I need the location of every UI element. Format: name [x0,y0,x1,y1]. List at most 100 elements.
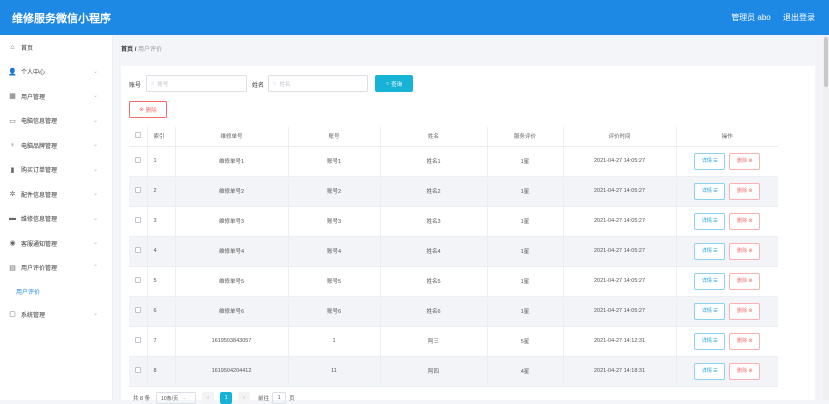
query-button[interactable]: ○ 查询 [375,75,413,92]
delete-button[interactable]: 删除 ⊗ [729,182,761,200]
search-icon: ○ [385,80,390,87]
sidebar-item-notices[interactable]: ◉ 客服通知管理 ⌄ [0,231,112,256]
detail-button[interactable]: 详情 ☰ [694,182,726,200]
sidebar-item-label: 系统管理 [21,312,46,319]
content-card: 账号 ○ 账号 姓名 ○ 姓名 ○ 查询 ⊗ 删除 索引 维修单号 账号 姓名 … [121,66,815,404]
cell-order-no: 维修单号3 [175,206,289,237]
detail-button[interactable]: 详情 ☰ [694,212,726,230]
row-checkbox[interactable] [134,217,141,223]
detail-button[interactable]: 详情 ☰ [694,242,726,260]
goto-page-input[interactable]: 1 [272,392,287,404]
prev-page-button[interactable]: ‹ [202,392,215,404]
row-checkbox[interactable] [134,307,141,313]
breadcrumb: 首页 / 用户评价 [121,44,162,53]
breadcrumb-home[interactable]: 首页 [121,47,133,53]
delete-icon: ⊗ [139,106,144,113]
logout-link[interactable]: 退出登录 [783,13,815,22]
cell-rating: 1星 [487,266,564,297]
delete-button[interactable]: 删除 ⊗ [729,242,761,260]
admin-user[interactable]: 管理员 abo [731,13,771,22]
sidebar-subitem-user-reviews[interactable]: 用户评价 [0,280,112,302]
row-select-cell[interactable] [129,206,148,237]
detail-button[interactable]: 详情 ☰ [694,362,726,380]
cell-index: 5 [147,266,176,297]
row-select-cell[interactable] [129,266,148,297]
next-page-button[interactable]: › [238,392,251,404]
row-select-cell[interactable] [129,236,148,267]
cell-actions: 详情 ☰ 删除 ⊗ [676,356,778,387]
sidebar-item-parts[interactable]: ✲ 配件信息管理 ⌄ [0,182,112,207]
row-checkbox[interactable] [134,247,141,253]
delete-button[interactable]: 删除 ⊗ [729,212,761,230]
sidebar-item-label: 用户管理 [21,94,46,101]
sidebar-item-profile[interactable]: 👤 个人中心 ⌄ [0,60,112,85]
sidebar-item-label: 维修信息管理 [21,217,58,224]
select-all-checkbox[interactable] [134,132,141,139]
cell-actions: 详情 ☰ 删除 ⊗ [676,326,778,357]
cell-name: 姓名1 [380,146,488,177]
select-all-header[interactable] [129,127,148,147]
delete-button[interactable]: 删除 ⊗ [729,362,761,380]
cell-review-time: 2021-04-27 14:12:31 [563,326,677,357]
account-search-input[interactable]: ○ 账号 [146,75,247,92]
table-header-row: 索引 维修单号 账号 姓名 服务评价 评价时间 操作 [129,127,778,147]
cell-index: 4 [147,236,176,267]
cell-name: 姓名5 [380,266,488,297]
delete-button[interactable]: 删除 ⊗ [729,302,761,320]
sidebar-item-reviews[interactable]: ▤ 用户评价管理 ⌃ [0,256,112,281]
chevron-up-icon: ⌃ [92,264,98,271]
cell-order-no: 1619504204412 [175,356,289,387]
page-scrollbar[interactable] [823,35,829,400]
batch-delete-button[interactable]: ⊗ 删除 [129,101,167,118]
cell-account: 账号6 [288,296,381,327]
delete-button[interactable]: 删除 ⊗ [729,332,761,350]
cell-account: 11 [288,356,381,387]
cell-order-no: 1619503843057 [175,326,289,357]
user-icon: 👤 [8,68,17,76]
row-checkbox[interactable] [134,337,141,343]
sidebar-item-label: 个人中心 [21,70,46,77]
page-size-select[interactable]: 10条/页 ⌄ [156,392,197,404]
row-select-cell[interactable] [129,296,148,327]
delete-button[interactable]: 删除 ⊗ [729,152,761,170]
row-checkbox[interactable] [134,157,141,163]
table-row: 1 维修单号1 账号1 姓名1 1星 2021-04-27 14:05:27 详情 ☰ 删除 … [129,146,778,177]
gear-icon: ✲ [9,191,16,199]
users-icon: ▦ [9,93,16,101]
scrollbar-thumb[interactable] [824,37,828,87]
row-select-cell[interactable] [129,176,148,207]
sidebar-item-computers[interactable]: ▭ 电脑信息管理 ⌄ [0,109,112,134]
row-checkbox[interactable] [134,277,141,283]
table-row: 8 1619504204412 11 阿四 4星 2021-04-27 14:18:31 详… [129,356,778,387]
row-checkbox[interactable] [134,187,141,193]
cell-review-time: 2021-04-27 14:05:27 [563,296,677,327]
cell-actions: 详情 ☰ 删除 ⊗ [676,266,778,297]
detail-button[interactable]: 详情 ☰ [694,302,726,320]
sidebar-item-brands[interactable]: ♀ 电脑品牌管理 ⌄ [0,133,112,158]
name-search-input[interactable]: ○ 姓名 [268,75,368,92]
location-icon: ◉ [9,240,16,248]
sidebar-item-users[interactable]: ▦ 用户管理 ⌄ [0,84,112,109]
table-row: 4 维修单号4 账号4 姓名4 1星 2021-04-27 14:05:27 详情 ☰ 删除 … [129,236,778,267]
detail-button[interactable]: 详情 ☰ [694,332,726,350]
page-size-value: 10条/页 [161,395,179,402]
sidebar-item-repairs[interactable]: ▬ 维修信息管理 ⌄ [0,207,112,232]
row-select-cell[interactable] [129,326,148,357]
page-number-current[interactable]: 1 [220,392,233,404]
row-checkbox[interactable] [134,367,141,373]
cell-order-no: 维修单号6 [175,296,289,327]
row-select-cell[interactable] [129,146,148,177]
chevron-down-icon: ⌄ [92,215,98,222]
delete-button[interactable]: 删除 ⊗ [729,272,761,290]
cell-actions: 详情 ☰ 删除 ⊗ [676,176,778,207]
sidebar-item-orders[interactable]: ▮ 购买订单管理 ⌄ [0,158,112,183]
cell-order-no: 维修单号5 [175,266,289,297]
breadcrumb-current: 用户评价 [138,47,163,53]
detail-button[interactable]: 详情 ☰ [694,152,726,170]
sidebar-item-system[interactable]: ▢ 系统管理 ⌄ [0,302,112,327]
cell-index: 1 [147,146,176,177]
sidebar-item-home[interactable]: ⌂ 首页 [0,35,112,60]
row-select-cell[interactable] [129,356,148,387]
detail-button[interactable]: 详情 ☰ [694,272,726,290]
cell-index: 6 [147,296,176,327]
